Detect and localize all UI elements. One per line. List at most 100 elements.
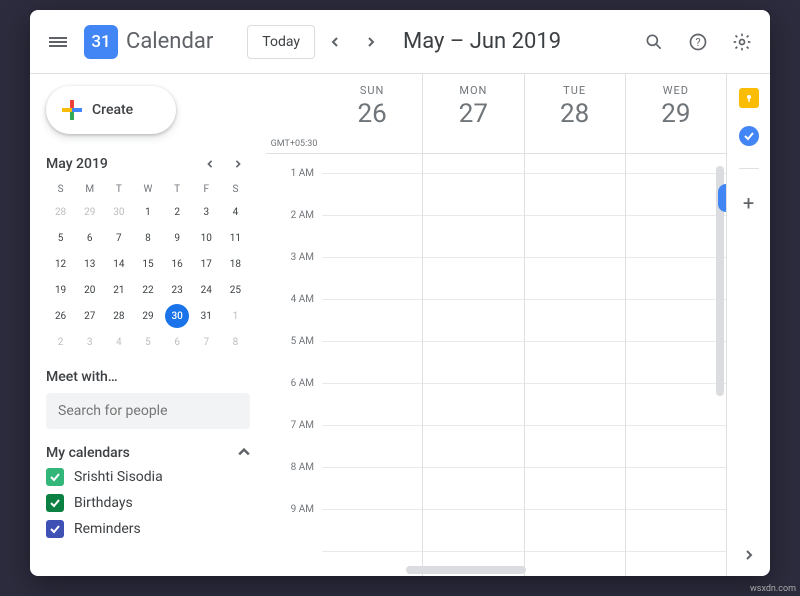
time-slot[interactable] <box>525 384 625 426</box>
my-calendars-toggle[interactable]: My calendars <box>46 443 250 462</box>
time-slot[interactable] <box>626 384 726 426</box>
mini-day[interactable]: 5 <box>136 330 160 354</box>
mini-day[interactable]: 4 <box>107 330 131 354</box>
calendar-checkbox[interactable] <box>46 468 64 486</box>
time-slot[interactable] <box>626 300 726 342</box>
time-slot[interactable] <box>322 342 422 384</box>
time-slot[interactable] <box>525 342 625 384</box>
hide-panel-button[interactable] <box>744 548 754 564</box>
time-slot[interactable] <box>626 174 726 216</box>
time-slot[interactable] <box>322 216 422 258</box>
time-slot[interactable] <box>626 258 726 300</box>
add-addon-button[interactable]: + <box>743 191 754 215</box>
time-slot[interactable] <box>626 468 726 510</box>
time-slot[interactable] <box>322 426 422 468</box>
mini-day[interactable]: 30 <box>165 304 189 328</box>
day-column[interactable] <box>524 154 625 576</box>
mini-day[interactable]: 28 <box>107 304 131 328</box>
day-header[interactable]: SUN26 <box>322 74 422 153</box>
mini-day[interactable]: 20 <box>78 278 102 302</box>
time-slot[interactable] <box>322 258 422 300</box>
time-slot[interactable] <box>423 510 523 552</box>
time-slot[interactable] <box>626 426 726 468</box>
mini-day[interactable]: 8 <box>223 330 247 354</box>
tasks-icon[interactable] <box>739 126 759 146</box>
time-slot[interactable] <box>423 216 523 258</box>
day-header[interactable]: WED29 <box>625 74 726 153</box>
help-button[interactable]: ? <box>678 22 718 62</box>
mini-day[interactable]: 7 <box>107 226 131 250</box>
time-slot[interactable] <box>525 174 625 216</box>
mini-prev-button[interactable] <box>198 152 222 176</box>
mini-next-button[interactable] <box>226 152 250 176</box>
time-slot[interactable] <box>322 384 422 426</box>
mini-day[interactable]: 12 <box>49 252 73 276</box>
mini-day[interactable]: 3 <box>78 330 102 354</box>
mini-day[interactable]: 17 <box>194 252 218 276</box>
mini-day[interactable]: 2 <box>49 330 73 354</box>
time-slot[interactable] <box>423 174 523 216</box>
day-header[interactable]: TUE28 <box>524 74 625 153</box>
mini-day[interactable]: 31 <box>194 304 218 328</box>
mini-day[interactable]: 28 <box>49 200 73 224</box>
mini-day[interactable]: 23 <box>165 278 189 302</box>
mini-day[interactable]: 15 <box>136 252 160 276</box>
time-slot[interactable] <box>626 216 726 258</box>
mini-day[interactable]: 2 <box>165 200 189 224</box>
mini-day[interactable]: 8 <box>136 226 160 250</box>
time-slot[interactable] <box>525 510 625 552</box>
mini-day[interactable]: 3 <box>194 200 218 224</box>
day-column[interactable] <box>625 154 726 576</box>
horizontal-scrollbar[interactable] <box>406 566 526 574</box>
day-header[interactable]: MON27 <box>422 74 523 153</box>
time-slot[interactable] <box>525 300 625 342</box>
main-menu-button[interactable] <box>38 22 78 62</box>
day-column[interactable] <box>322 154 422 576</box>
calendar-checkbox[interactable] <box>46 494 64 512</box>
day-column[interactable] <box>422 154 523 576</box>
time-slot[interactable] <box>626 342 726 384</box>
mini-day[interactable]: 10 <box>194 226 218 250</box>
calendar-item[interactable]: Reminders <box>46 520 250 538</box>
search-people-input[interactable] <box>46 393 250 429</box>
next-period-button[interactable] <box>355 26 387 58</box>
search-button[interactable] <box>634 22 674 62</box>
mini-day[interactable]: 21 <box>107 278 131 302</box>
mini-day[interactable]: 29 <box>136 304 160 328</box>
time-slot[interactable] <box>423 468 523 510</box>
mini-day[interactable]: 29 <box>78 200 102 224</box>
mini-day[interactable]: 6 <box>78 226 102 250</box>
mini-day[interactable]: 18 <box>223 252 247 276</box>
time-slot[interactable] <box>322 468 422 510</box>
mini-day[interactable]: 24 <box>194 278 218 302</box>
time-slot[interactable] <box>322 174 422 216</box>
mini-day[interactable]: 14 <box>107 252 131 276</box>
calendar-item[interactable]: Birthdays <box>46 494 250 512</box>
mini-day[interactable]: 5 <box>49 226 73 250</box>
time-slot[interactable] <box>525 216 625 258</box>
mini-day[interactable]: 1 <box>136 200 160 224</box>
mini-day[interactable]: 6 <box>165 330 189 354</box>
mini-day[interactable]: 1 <box>223 304 247 328</box>
time-slot[interactable] <box>423 384 523 426</box>
mini-day[interactable]: 30 <box>107 200 131 224</box>
time-slot[interactable] <box>525 468 625 510</box>
time-slot[interactable] <box>423 426 523 468</box>
time-slot[interactable] <box>322 154 422 174</box>
time-slot[interactable] <box>322 300 422 342</box>
time-slot[interactable] <box>626 154 726 174</box>
time-slot[interactable] <box>626 510 726 552</box>
mini-day[interactable]: 26 <box>49 304 73 328</box>
keep-icon[interactable] <box>739 88 759 108</box>
mini-day[interactable]: 19 <box>49 278 73 302</box>
time-slot[interactable] <box>423 342 523 384</box>
mini-day[interactable]: 11 <box>223 226 247 250</box>
calendar-item[interactable]: Srishti Sisodia <box>46 468 250 486</box>
today-button[interactable]: Today <box>247 25 315 59</box>
settings-button[interactable] <box>722 22 762 62</box>
mini-day[interactable]: 7 <box>194 330 218 354</box>
time-slot[interactable] <box>423 300 523 342</box>
mini-day[interactable]: 25 <box>223 278 247 302</box>
time-slot[interactable] <box>322 510 422 552</box>
mini-day[interactable]: 9 <box>165 226 189 250</box>
